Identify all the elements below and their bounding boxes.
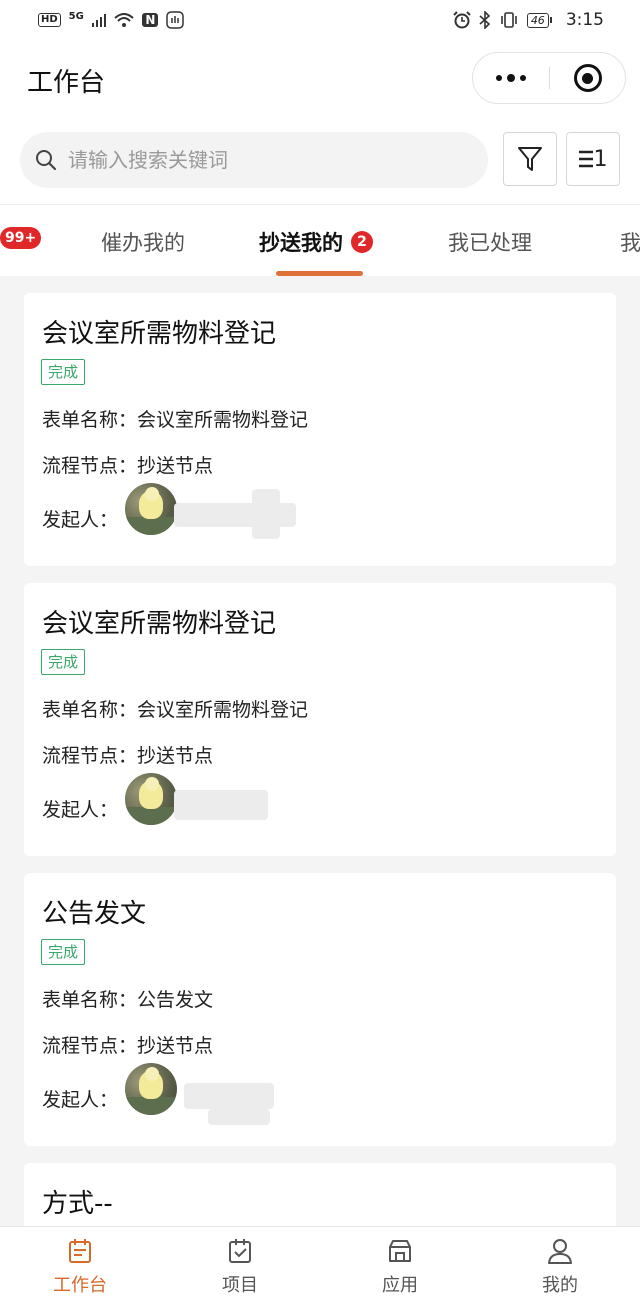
bottom-nav: 工作台 项目 应用 我的 [0,1226,640,1306]
card-title: 方式-- [42,1189,113,1219]
status-badge: 完成 [41,359,86,385]
sort-label: 1 [593,146,608,172]
avatar [125,1063,177,1115]
form-name-row: 表单名称：公告发文 [42,989,214,1011]
more-button[interactable] [473,53,549,103]
search-box[interactable] [20,132,488,188]
filter-icon [518,147,542,171]
tab-next[interactable]: 我 [620,227,640,257]
card-title: 公告发文 [42,899,147,929]
tab-prev-count[interactable]: 99+ [0,227,42,249]
search-icon [36,150,57,171]
initiator-label: 发起人： [42,799,119,821]
signal-icon [91,13,107,27]
tab-label: 我已处理 [448,231,532,255]
target-icon [573,64,602,92]
list-card[interactable]: 方式-- [24,1163,616,1226]
nav-apps[interactable]: 应用 [320,1227,480,1306]
nav-workbench[interactable]: 工作台 [0,1227,160,1306]
tab-urged[interactable]: 催办我的 [101,227,185,257]
sort-button[interactable]: 1 [566,132,620,186]
avatar [125,773,177,825]
nav-project[interactable]: 项目 [160,1227,320,1306]
initiator-label: 发起人： [42,509,119,531]
network-type: 5G [68,10,84,22]
form-name-row: 表单名称：会议室所需物料登记 [42,699,309,721]
tab-cc-me[interactable]: 抄送我的 2 [259,227,373,257]
flow-node-row: 流程节点：抄送节点 [42,455,214,477]
status-time: 3:15 [565,10,604,30]
list-card[interactable]: 公告发文 完成 表单名称：公告发文 流程节点：抄送节点 发起人： [24,873,616,1146]
flow-node-row: 流程节点：抄送节点 [42,1035,214,1057]
card-list[interactable]: 会议室所需物料登记 完成 表单名称：会议室所需物料登记 流程节点：抄送节点 发起… [0,276,640,1226]
project-icon [229,1239,251,1263]
alarm-icon [453,11,471,29]
redacted-name [208,1109,270,1125]
miniprogram-capsule [472,52,626,104]
list-card[interactable]: 会议室所需物料登记 完成 表单名称：会议室所需物料登记 流程节点：抄送节点 发起… [24,293,616,566]
tab-processed[interactable]: 我已处理 [448,227,532,257]
search-input[interactable] [68,148,468,172]
apps-icon [389,1240,411,1262]
list-card[interactable]: 会议室所需物料登记 完成 表单名称：会议室所需物料登记 流程节点：抄送节点 发起… [24,583,616,856]
nav-label: 项目 [222,1275,258,1296]
tab-label: 我 [620,231,640,255]
card-title: 会议室所需物料登记 [42,609,277,639]
page-title: 工作台 [27,68,106,98]
tab-label: 催办我的 [101,231,185,255]
close-miniprogram-button[interactable] [550,53,625,103]
nav-mine[interactable]: 我的 [480,1227,640,1306]
nfc-icon: N [142,13,159,27]
nav-label: 工作台 [53,1275,107,1296]
avatar [125,483,177,535]
hd-indicator: HD [38,13,61,27]
tab-bar: 99+ 催办我的 抄送我的 2 我已处理 我 [0,204,640,276]
tab-label: 抄送我的 [259,231,343,255]
tab-count-badge: 2 [351,231,373,253]
nav-label: 应用 [382,1275,418,1296]
initiator-label: 发起人： [42,1089,119,1111]
redacted-name [174,790,268,820]
redacted-name [184,1083,274,1109]
form-name-row: 表单名称：会议室所需物料登记 [42,409,309,431]
filter-button[interactable] [503,132,557,186]
status-badge: 完成 [41,649,86,675]
bluetooth-icon [479,11,490,29]
redacted-name [252,489,280,539]
card-title: 会议室所需物料登记 [42,319,277,349]
tab-count-badge: 99+ [0,227,42,249]
vibrate-icon [501,12,517,28]
user-icon [548,1239,572,1264]
nav-label: 我的 [542,1275,578,1296]
battery-icon: 46 [526,12,552,28]
app-header: 工作台 [0,40,640,120]
search-row: 1 [0,120,640,204]
status-badge: 完成 [41,939,86,965]
flow-node-row: 流程节点：抄送节点 [42,745,214,767]
status-bar: HD 5G N 46 3:15 [0,0,640,40]
sort-icon [578,150,593,168]
hand-icon [166,11,185,29]
workbench-icon [69,1239,91,1263]
wifi-icon [114,13,135,27]
